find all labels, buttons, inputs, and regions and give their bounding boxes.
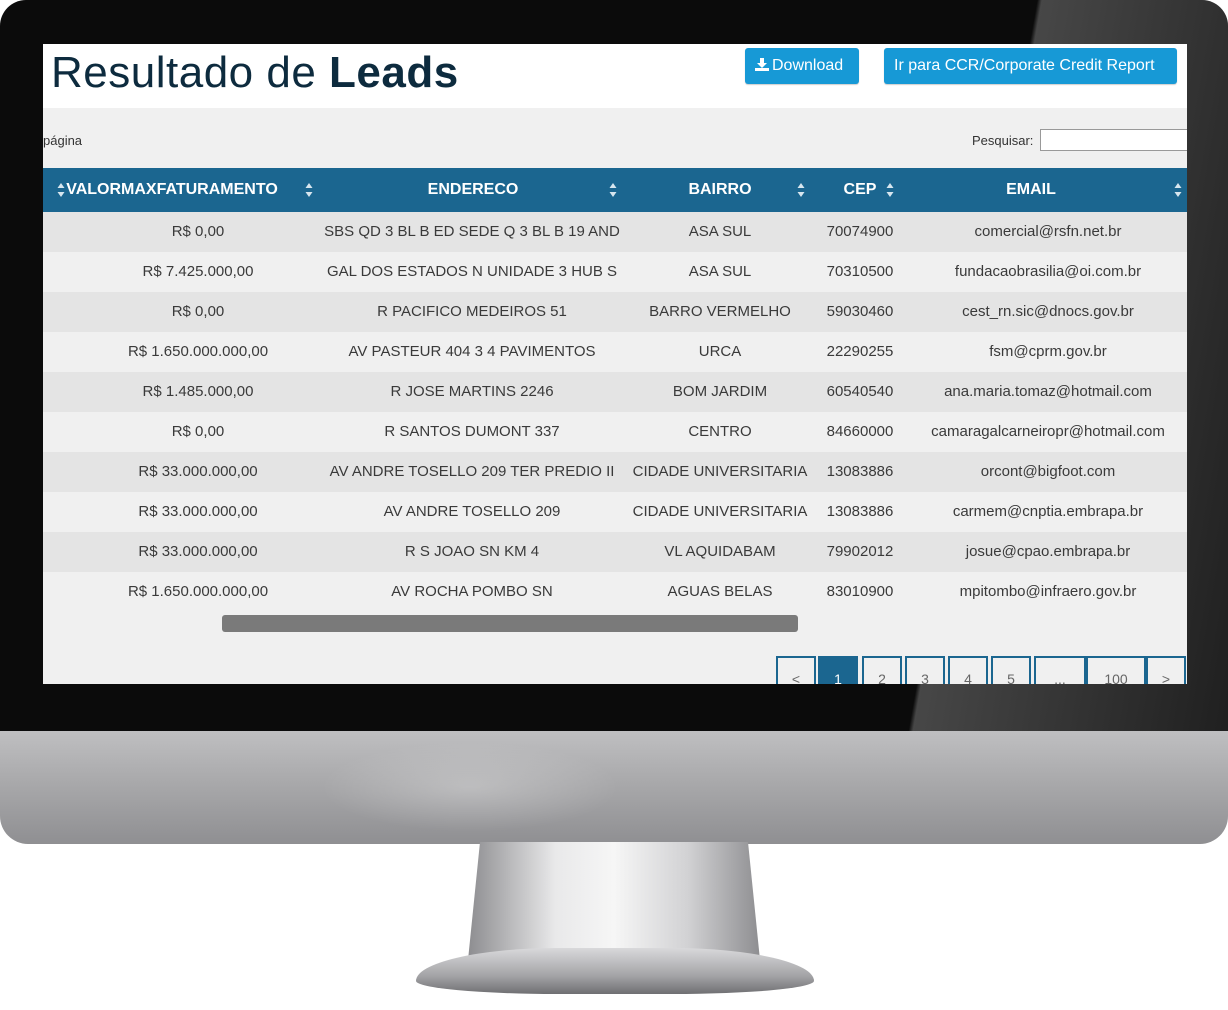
cell-endereco: AV PASTEUR 404 3 4 PAVIMENTOS bbox=[348, 343, 596, 360]
cell-email: carmem@cnptia.embrapa.br bbox=[952, 503, 1144, 520]
cell-bairro: ASA SUL bbox=[688, 263, 752, 280]
pagination-next[interactable]: > bbox=[1146, 656, 1186, 684]
search-label: Pesquisar: bbox=[972, 133, 1034, 148]
leads-table: VALORMAXFATURAMENTO ENDERECO BAIRRO CEP … bbox=[43, 168, 1187, 612]
cell-email: mpitombo@infraero.gov.br bbox=[959, 583, 1137, 600]
cell-valor: R$ 33.000.000,00 bbox=[138, 463, 258, 480]
cell-bairro: AGUAS BELAS bbox=[667, 583, 773, 600]
cell-endereco: AV ANDRE TOSELLO 209 bbox=[383, 503, 561, 520]
cell-endereco: R SANTOS DUMONT 337 bbox=[384, 423, 560, 440]
table-row[interactable]: R$ 0,00 R PACIFICO MEDEIROS 51 BARRO VER… bbox=[43, 292, 1187, 332]
cell-valor: R$ 0,00 bbox=[171, 303, 225, 320]
table-row[interactable]: R$ 0,00 SBS QD 3 BL B ED SEDE Q 3 BL B 1… bbox=[43, 212, 1187, 252]
cell-email: camaragalcarneiropr@hotmail.com bbox=[931, 423, 1165, 440]
cell-endereco: R PACIFICO MEDEIROS 51 bbox=[377, 303, 567, 320]
pagination-prev[interactable]: < bbox=[776, 656, 816, 684]
table-row[interactable]: R$ 7.425.000,00 GAL DOS ESTADOS N UNIDAD… bbox=[43, 252, 1187, 292]
monitor-stand-neck bbox=[468, 842, 760, 960]
column-header-valormaxfaturamento[interactable]: VALORMAXFATURAMENTO bbox=[43, 168, 301, 212]
cell-cep: 60540540 bbox=[826, 383, 894, 400]
cell-bairro: ASA SUL bbox=[688, 223, 752, 240]
pagination-ellipsis: ... bbox=[1034, 656, 1086, 684]
sort-icon[interactable] bbox=[305, 182, 313, 198]
pagination-page-1[interactable]: 1 bbox=[818, 656, 858, 684]
cell-email: orcont@bigfoot.com bbox=[980, 463, 1116, 480]
pagination-page-5[interactable]: 5 bbox=[991, 656, 1031, 684]
cell-valor: R$ 7.425.000,00 bbox=[142, 263, 254, 280]
table-row[interactable]: R$ 0,00 R SANTOS DUMONT 337 CENTRO 84660… bbox=[43, 412, 1187, 452]
cell-cep: 13083886 bbox=[826, 503, 894, 520]
cell-valor: R$ 1.485.000,00 bbox=[142, 383, 254, 400]
cell-bairro: CENTRO bbox=[688, 423, 752, 440]
download-icon bbox=[755, 58, 769, 71]
table-row[interactable]: R$ 33.000.000,00 AV ANDRE TOSELLO 209 CI… bbox=[43, 492, 1187, 532]
table-row[interactable]: R$ 1.650.000.000,00 AV PASTEUR 404 3 4 P… bbox=[43, 332, 1187, 372]
cell-email: comercial@rsfn.net.br bbox=[974, 223, 1122, 240]
table-row[interactable]: R$ 33.000.000,00 AV ANDRE TOSELLO 209 TE… bbox=[43, 452, 1187, 492]
pagination-page-4[interactable]: 4 bbox=[948, 656, 988, 684]
page-title-light: Resultado de bbox=[51, 48, 317, 97]
cell-endereco: GAL DOS ESTADOS N UNIDADE 3 HUB S bbox=[326, 263, 618, 280]
horizontal-scrollbar[interactable] bbox=[222, 615, 798, 632]
column-header-bairro[interactable]: BAIRRO bbox=[626, 168, 814, 212]
sort-icon[interactable] bbox=[797, 182, 805, 198]
cell-valor: R$ 33.000.000,00 bbox=[138, 503, 258, 520]
cell-bairro: BOM JARDIM bbox=[672, 383, 768, 400]
sort-icon[interactable] bbox=[609, 182, 617, 198]
cell-bairro: CIDADE UNIVERSITARIA bbox=[632, 463, 808, 480]
cell-cep: 70074900 bbox=[826, 223, 894, 240]
ccr-report-button[interactable]: Ir para CCR/Corporate Credit Report bbox=[884, 48, 1177, 84]
page-title: Resultado de Leads bbox=[51, 48, 459, 98]
cell-endereco: R JOSE MARTINS 2246 bbox=[390, 383, 554, 400]
cell-cep: 83010900 bbox=[826, 583, 894, 600]
cell-email: fsm@cprm.gov.br bbox=[989, 343, 1107, 360]
cell-valor: R$ 1.650.000.000,00 bbox=[127, 343, 269, 360]
per-page-label: página bbox=[43, 133, 83, 148]
top-bar: Resultado de Leads Download Ir para CCR/… bbox=[43, 44, 1187, 108]
pagination-page-3[interactable]: 3 bbox=[905, 656, 945, 684]
cell-cep: 13083886 bbox=[826, 463, 894, 480]
cell-email: ana.maria.tomaz@hotmail.com bbox=[944, 383, 1152, 400]
cell-endereco: SBS QD 3 BL B ED SEDE Q 3 BL B 19 AND bbox=[324, 223, 620, 240]
cell-cep: 84660000 bbox=[826, 423, 894, 440]
pagination-page-2[interactable]: 2 bbox=[862, 656, 902, 684]
monitor-stand-base bbox=[416, 948, 814, 994]
column-header-email[interactable]: EMAIL bbox=[906, 168, 1156, 212]
download-button[interactable]: Download bbox=[745, 48, 859, 84]
cell-bairro: URCA bbox=[698, 343, 742, 360]
cell-cep: 22290255 bbox=[826, 343, 894, 360]
chin-reflection bbox=[320, 742, 620, 832]
cell-cep: 79902012 bbox=[826, 543, 894, 560]
sort-icon[interactable] bbox=[886, 182, 894, 198]
ccr-report-label: Ir para CCR/Corporate Credit Report bbox=[894, 57, 1155, 74]
cell-endereco: AV ROCHA POMBO SN bbox=[391, 583, 553, 600]
search-input[interactable] bbox=[1040, 129, 1187, 151]
sort-icon[interactable] bbox=[1174, 182, 1182, 198]
cell-endereco: AV ANDRE TOSELLO 209 TER PREDIO II bbox=[329, 463, 615, 480]
cell-endereco: R S JOAO SN KM 4 bbox=[404, 543, 540, 560]
cell-valor: R$ 0,00 bbox=[171, 223, 225, 240]
cell-bairro: CIDADE UNIVERSITARIA bbox=[632, 503, 808, 520]
cell-valor: R$ 33.000.000,00 bbox=[138, 543, 258, 560]
pagination-page-100[interactable]: 100 bbox=[1086, 656, 1146, 684]
table-row[interactable]: R$ 1.650.000.000,00 AV ROCHA POMBO SN AG… bbox=[43, 572, 1187, 612]
cell-email: cest_rn.sic@dnocs.gov.br bbox=[962, 303, 1134, 320]
cell-valor: R$ 1.650.000.000,00 bbox=[127, 583, 269, 600]
cell-email: josue@cpao.embrapa.br bbox=[965, 543, 1131, 560]
screen: Resultado de Leads Download Ir para CCR/… bbox=[43, 44, 1187, 684]
column-header-endereco[interactable]: ENDERECO bbox=[313, 168, 633, 212]
download-label: Download bbox=[772, 57, 844, 74]
cell-email: fundacaobrasilia@oi.com.br bbox=[954, 263, 1142, 280]
cell-bairro: BARRO VERMELHO bbox=[649, 303, 791, 320]
page-title-bold: Leads bbox=[329, 48, 459, 97]
cell-cep: 70310500 bbox=[826, 263, 894, 280]
table-header: VALORMAXFATURAMENTO ENDERECO BAIRRO CEP … bbox=[43, 168, 1187, 212]
table-row[interactable]: R$ 33.000.000,00 R S JOAO SN KM 4 VL AQU… bbox=[43, 532, 1187, 572]
table-row[interactable]: R$ 1.485.000,00 R JOSE MARTINS 2246 BOM … bbox=[43, 372, 1187, 412]
cell-valor: R$ 0,00 bbox=[171, 423, 225, 440]
cell-bairro: VL AQUIDABAM bbox=[664, 543, 776, 560]
cell-cep: 59030460 bbox=[826, 303, 894, 320]
